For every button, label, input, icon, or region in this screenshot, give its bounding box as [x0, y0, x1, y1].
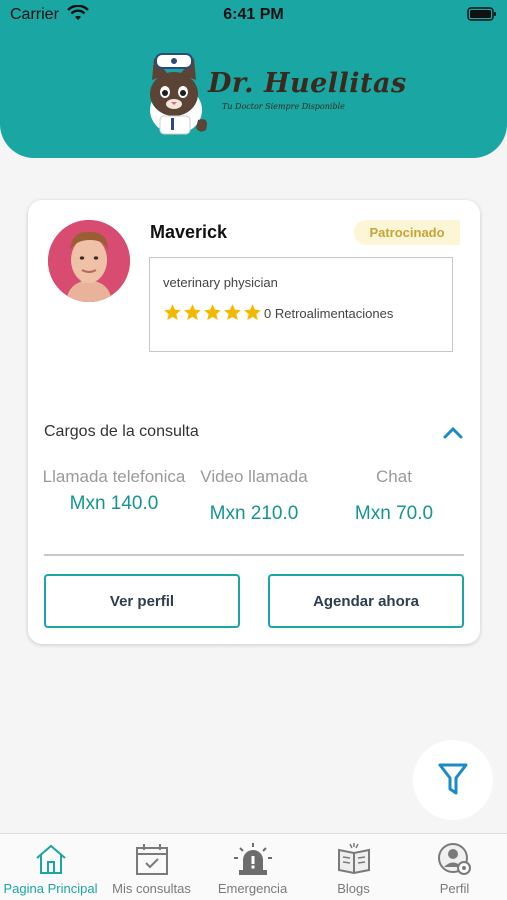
tab-my-consultations[interactable]: Mis consultas	[101, 834, 202, 900]
app-logo: Dr. Huellitas Tu Doctor Siempre Disponib…	[138, 50, 406, 136]
consultation-charges-title: Cargos de la consulta	[44, 423, 199, 440]
calendar-check-icon	[135, 844, 168, 875]
user-settings-icon	[437, 843, 471, 875]
tab-emergency[interactable]: Emergencia	[202, 834, 303, 900]
star-icon	[164, 304, 181, 321]
cat-doctor-icon	[150, 53, 207, 135]
tab-profile[interactable]: Perfil	[404, 834, 505, 900]
tab-label: Perfil	[439, 881, 470, 896]
star-icon	[224, 304, 241, 321]
sponsored-badge: Patrocinado	[354, 220, 460, 245]
tab-label: Emergencia	[217, 881, 288, 896]
chevron-up-icon[interactable]	[442, 424, 464, 440]
rating-stars	[163, 303, 262, 322]
tab-blogs[interactable]: Blogs	[303, 834, 404, 900]
fee-label: Video llamada	[200, 467, 308, 486]
feedback-count: 0 Retroalimentaciones	[264, 306, 394, 321]
fee-price: Mxn 210.0	[209, 503, 299, 524]
status-bar: Carrier 6:41 PM	[0, 0, 507, 30]
battery-icon	[467, 6, 497, 27]
filter-button[interactable]	[413, 740, 493, 820]
doctor-name: Maverick	[150, 222, 228, 242]
fee-price: Mxn 140.0	[69, 493, 159, 514]
home-icon	[35, 844, 66, 874]
doctor-avatar	[48, 220, 130, 302]
siren-icon	[233, 843, 272, 875]
tab-label: Blogs	[337, 881, 370, 896]
doctor-specialty: veterinary physician	[163, 275, 278, 290]
fee-phone-call: Llamada telefonica Mxn 140.0	[39, 466, 189, 515]
brand-name: Dr. Huellitas	[208, 68, 407, 99]
schedule-now-button[interactable]: Agendar ahora	[268, 574, 464, 628]
book-icon	[337, 843, 370, 875]
fee-price: Mxn 70.0	[354, 503, 434, 524]
doctor-info-box: veterinary physician 0 Retroalimentacion…	[149, 257, 453, 352]
tab-home[interactable]: Pagina Principal	[0, 834, 101, 900]
tab-label: Pagina Principal	[3, 881, 98, 896]
star-icon	[244, 304, 261, 321]
doctor-card[interactable]: Maverick Patrocinado veterinary physicia…	[28, 200, 480, 644]
star-icon	[184, 304, 201, 321]
fee-label: Chat	[376, 467, 412, 486]
bottom-tab-bar: Pagina Principal Mis consultas Emergenci…	[0, 833, 507, 900]
divider	[44, 554, 464, 556]
view-profile-button[interactable]: Ver perfil	[44, 574, 240, 628]
tab-label: Mis consultas	[112, 881, 191, 896]
star-icon	[204, 304, 221, 321]
filter-icon	[438, 763, 468, 795]
fee-chat: Chat Mxn 70.0	[319, 466, 469, 525]
fee-video-call: Video llamada Mxn 210.0	[179, 466, 329, 525]
brand-tagline: Tu Doctor Siempre Disponible	[222, 102, 345, 111]
status-time: 6:41 PM	[223, 6, 284, 23]
fee-label: Llamada telefonica	[42, 467, 186, 486]
